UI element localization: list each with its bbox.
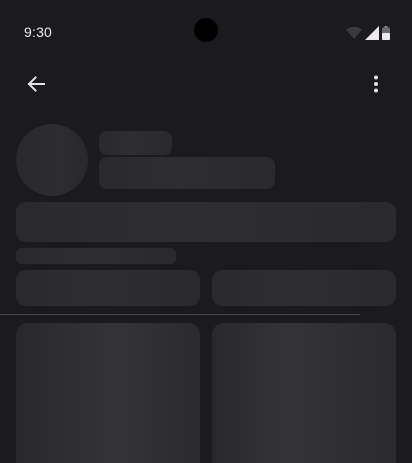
- arrow-back-icon: [27, 76, 45, 92]
- title-placeholder: [99, 131, 172, 155]
- chip-placeholder-left: [16, 270, 200, 306]
- wifi-icon: [346, 27, 362, 39]
- more-options-button[interactable]: [360, 68, 392, 100]
- back-button[interactable]: [20, 68, 52, 100]
- cellular-signal-icon: [365, 26, 379, 40]
- more-vert-icon: [374, 75, 378, 93]
- avatar-placeholder: [16, 124, 88, 196]
- top-app-bar: [0, 64, 412, 104]
- status-time: 9:30: [24, 24, 53, 40]
- status-bar: 9:30: [0, 0, 412, 64]
- text-line-placeholder: [16, 248, 176, 264]
- banner-placeholder: [16, 202, 396, 242]
- section-divider: [0, 314, 360, 315]
- chip-placeholder-right: [212, 270, 396, 306]
- subtitle-placeholder: [99, 157, 275, 189]
- camera-cutout: [194, 18, 218, 42]
- battery-icon: [382, 26, 390, 40]
- card-placeholder-left: [16, 323, 200, 463]
- status-icons: [346, 26, 390, 40]
- card-placeholder-right: [212, 323, 396, 463]
